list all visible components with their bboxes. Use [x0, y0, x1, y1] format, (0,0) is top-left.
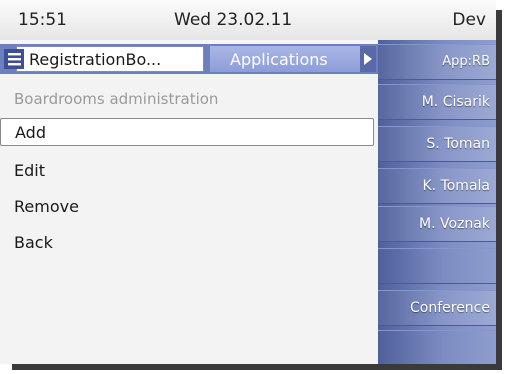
- clock-time: 15:51: [18, 10, 67, 30]
- menu-item-remove[interactable]: Remove: [14, 197, 79, 216]
- menu-item-back[interactable]: Back: [14, 233, 53, 252]
- frame-shadow-bottom: [12, 364, 502, 370]
- main-content: Boardrooms administration Add Edit Remov…: [0, 74, 378, 364]
- menu-item-edit[interactable]: Edit: [14, 161, 45, 180]
- phone-screen: 15:51 Wed 23.02.11 Dev RegistrationBo...…: [0, 0, 496, 364]
- frame-shadow-right: [496, 10, 502, 370]
- page-subtitle: Boardrooms administration: [14, 90, 219, 108]
- softkey-conference[interactable]: Conference: [378, 290, 496, 326]
- tab-registration-label: RegistrationBo...: [29, 50, 162, 69]
- softkey-s-toman[interactable]: S. Toman: [378, 126, 496, 162]
- tab-applications[interactable]: Applications: [210, 46, 360, 72]
- softkey-m-cisarik[interactable]: M. Cisarik: [378, 84, 496, 120]
- softkey-app-rb[interactable]: App:RB: [378, 44, 496, 80]
- tab-bar: RegistrationBo... Applications: [0, 44, 378, 74]
- softkey-m-voznak[interactable]: M. Voznak: [378, 206, 496, 242]
- menu-item-add[interactable]: Add: [0, 118, 374, 146]
- softkey-empty-2[interactable]: [378, 330, 496, 364]
- current-date: Wed 23.02.11: [174, 10, 293, 30]
- softkey-empty-1[interactable]: [378, 248, 496, 284]
- list-menu-icon: [4, 49, 24, 69]
- softkey-panel: App:RB M. Cisarik S. Toman K. Tomala M. …: [378, 40, 496, 364]
- softkey-k-tomala[interactable]: K. Tomala: [378, 168, 496, 204]
- status-bar: 15:51 Wed 23.02.11 Dev: [0, 0, 496, 40]
- tab-registration-boardrooms[interactable]: RegistrationBo...: [4, 46, 204, 72]
- tab-scroll-right-arrow-icon[interactable]: [360, 46, 376, 72]
- device-label: Dev: [452, 10, 486, 30]
- tab-applications-label: Applications: [230, 50, 328, 69]
